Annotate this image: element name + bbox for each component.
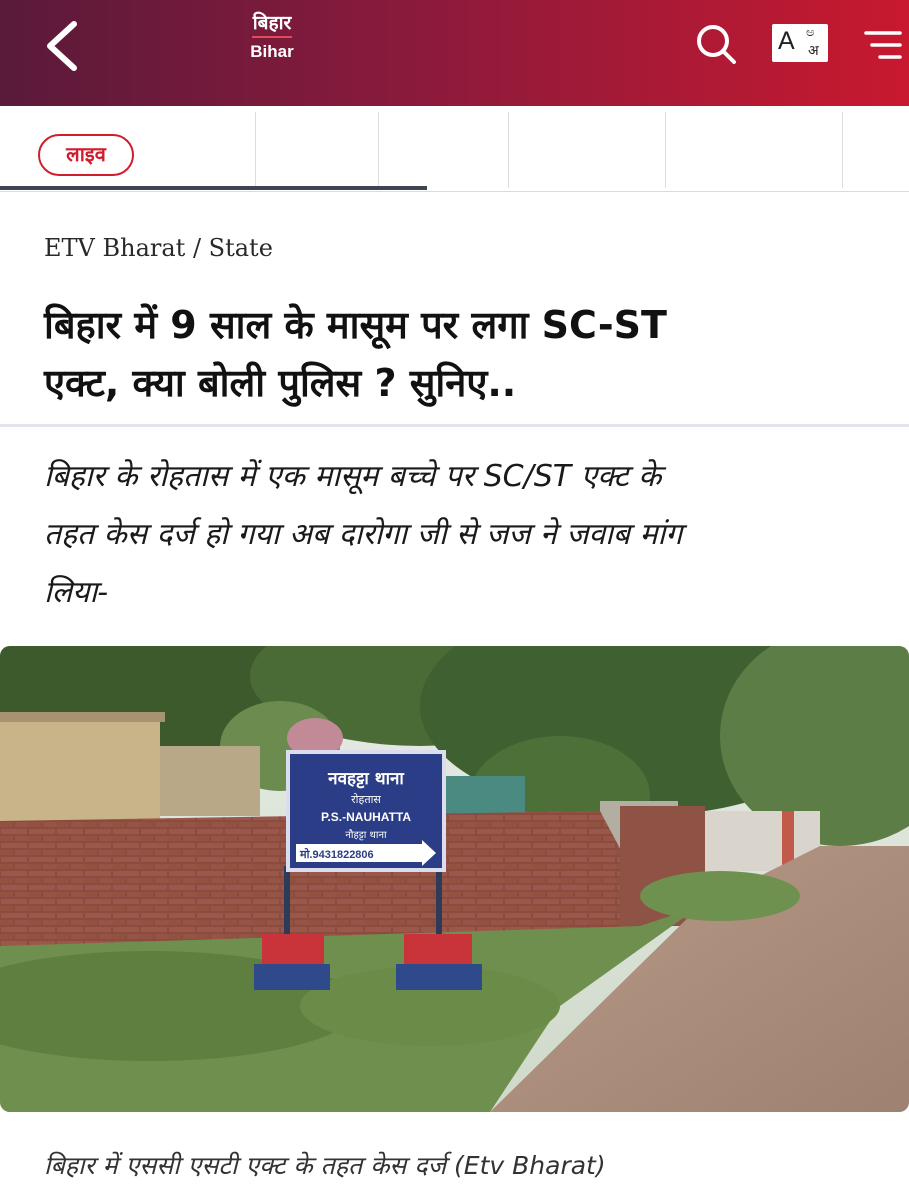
tab-live[interactable]: लाइव — [0, 112, 256, 188]
headline-line-2: एक्ट, क्या बोली पुलिस ? सुनिए.. — [44, 361, 517, 405]
active-tab-indicator — [0, 186, 427, 190]
language-latin: A — [778, 27, 795, 55]
search-button[interactable] — [694, 22, 738, 66]
sign-line-5: मो.9431822806 — [299, 847, 374, 861]
tab-6[interactable] — [843, 112, 909, 188]
menu-button[interactable] — [862, 28, 902, 62]
article-headline: बिहार में 9 साल के मासूम पर लगा SC-ST एक… — [44, 296, 884, 412]
language-script-top: ಅ — [806, 25, 815, 40]
summary-line-2: तहत केस दर्ज हो गया अब दारोगा जी से जज न… — [44, 517, 683, 552]
sign-line-4: नौहट्टा थाना — [345, 829, 387, 841]
photo-caption: बिहार में एससी एसटी एक्ट के तहत केस दर्ज… — [44, 1151, 606, 1180]
hamburger-menu-icon — [864, 31, 902, 59]
headline-line-1: बिहार में 9 साल के मासूम पर लगा SC-ST — [44, 303, 667, 347]
brand-hindi: बिहार — [252, 12, 292, 34]
police-station-photo: नवहट्टा थाना रोहतास P.S.-NAUHATTA नौहट्ट… — [0, 646, 909, 1112]
back-button[interactable] — [36, 18, 92, 74]
tab-2[interactable] — [256, 112, 379, 188]
sign-line-2: रोहतास — [351, 793, 381, 806]
language-toggle-button[interactable]: A ಅ अ — [772, 24, 828, 62]
brand-logo[interactable]: बिहार Bihar — [232, 12, 312, 62]
tab-3[interactable] — [379, 112, 509, 188]
live-badge: लाइव — [38, 134, 134, 176]
category-tab-bar: लाइव — [0, 106, 909, 192]
tab-4[interactable] — [509, 112, 666, 188]
article-summary: बिहार के रोहतास में एक मासूम बच्चे पर SC… — [44, 448, 884, 622]
sign-line-3: P.S.-NAUHATTA — [321, 810, 411, 824]
language-script-bottom: अ — [808, 43, 819, 59]
sign-line-1: नवहट्टा थाना — [327, 769, 404, 789]
search-icon — [697, 25, 736, 64]
summary-line-3: लिया- — [44, 575, 109, 610]
breadcrumb[interactable]: ETV Bharat / State — [44, 234, 273, 262]
article-photo[interactable]: नवहट्टा थाना रोहतास P.S.-NAUHATTA नौहट्ट… — [0, 646, 909, 1112]
summary-line-1: बिहार के रोहतास में एक मासूम बच्चे पर SC… — [44, 459, 662, 494]
brand-underline — [252, 36, 292, 38]
top-app-bar: बिहार Bihar A ಅ अ — [0, 0, 909, 106]
chevron-left-icon — [47, 21, 77, 71]
section-divider — [0, 424, 909, 427]
brand-english: Bihar — [250, 42, 294, 61]
tab-5[interactable] — [666, 112, 843, 188]
